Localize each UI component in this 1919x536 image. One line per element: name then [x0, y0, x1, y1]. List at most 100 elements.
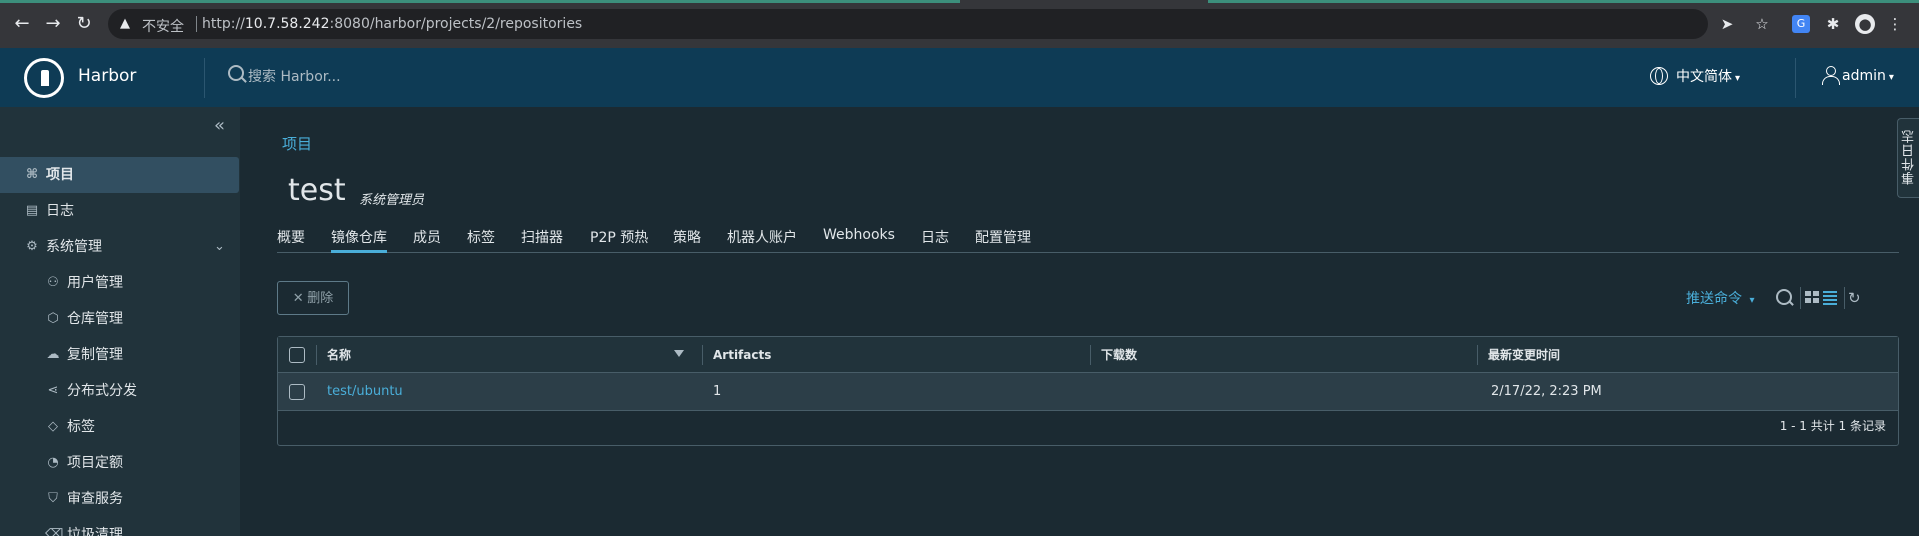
list-view-icon[interactable] — [1823, 289, 1837, 307]
project-tabs: 概要 镜像仓库 成员 标签 扫描器 P2P 预热 策略 机器人账户 Webhoo… — [277, 219, 1899, 253]
sidebar-item-quotas[interactable]: ◔ 项目定额 — [0, 445, 240, 481]
global-search-input[interactable] — [248, 66, 548, 88]
sidebar-item-label: 用户管理 — [67, 275, 123, 291]
breadcrumb[interactable]: 项目 — [282, 133, 312, 154]
users-icon: ⚇ — [47, 275, 59, 290]
sidebar-item-logs[interactable]: ▤ 日志 — [0, 193, 240, 229]
insecure-label: 不安全 — [142, 19, 184, 35]
sidebar-item-label: 垃圾清理 — [67, 527, 123, 536]
tab-summary[interactable]: 概要 — [277, 227, 305, 253]
bookmark-star-icon[interactable]: ☆ — [1752, 14, 1772, 34]
search-icon — [228, 65, 244, 81]
forward-icon[interactable]: → — [43, 14, 63, 34]
column-header-last-modified[interactable]: 最新变更时间 — [1488, 337, 1560, 373]
refresh-icon[interactable]: ↻ — [1848, 289, 1861, 307]
tab-strip-accent — [0, 0, 960, 3]
registries-icon: ⬡ — [47, 311, 59, 326]
artifacts-count: 1 — [713, 384, 722, 399]
column-divider — [702, 345, 703, 365]
event-log-label: 事件日志 — [1902, 129, 1917, 185]
column-header-artifacts[interactable]: Artifacts — [713, 337, 771, 373]
collapse-sidebar-icon[interactable]: « — [214, 115, 225, 136]
sidebar-item-administration[interactable]: ⚙ 系统管理 ⌄ — [0, 229, 240, 265]
url-text[interactable]: http://10.7.58.242:8080/harbor/projects/… — [202, 16, 582, 32]
sidebar-item-distributions[interactable]: ⋖ 分布式分发 — [0, 373, 240, 409]
tab-robot-accounts[interactable]: 机器人账户 — [727, 227, 797, 253]
distribution-icon: ⋖ — [47, 383, 59, 398]
sidebar-item-label: 项目 — [46, 167, 74, 183]
language-selector[interactable]: 中文简体 ▾ — [1650, 66, 1740, 86]
profile-icon[interactable]: ● — [1855, 14, 1875, 34]
push-command-dropdown[interactable]: 推送命令 ▾ — [1686, 288, 1754, 308]
language-label: 中文简体 — [1676, 69, 1732, 85]
sidebar-item-garbage-collection[interactable]: ⌫ 垃圾清理 — [0, 517, 240, 536]
event-log-tab[interactable]: 事件日志 — [1897, 118, 1919, 198]
repositories-table: 名称 Artifacts 下载数 最新变更时间 test/ubuntu 1 2/… — [277, 336, 1899, 446]
sidebar-item-users[interactable]: ⚇ 用户管理 — [0, 265, 240, 301]
app-header: Harbor 中文简体▾ admin▾ — [0, 48, 1919, 107]
projects-icon: ⌘ — [25, 167, 39, 182]
tab-configuration[interactable]: 配置管理 — [975, 227, 1031, 253]
tab-labels[interactable]: 标签 — [467, 227, 495, 253]
sidebar: « ⌘ 项目 ▤ 日志 ⚙ 系统管理 ⌄ ⚇ 用户管理 ⬡ 仓库管理 ☁ 复制管… — [0, 107, 240, 536]
tab-scanner[interactable]: 扫描器 — [521, 227, 563, 253]
sidebar-item-interrogation-services[interactable]: ⛉ 审查服务 — [0, 481, 240, 517]
menu-icon[interactable]: ⋮ — [1885, 14, 1905, 34]
tab-policy[interactable]: 策略 — [673, 227, 701, 253]
filter-icon[interactable] — [674, 350, 684, 357]
tab-logs[interactable]: 日志 — [921, 227, 949, 253]
last-modified-time: 2/17/22, 2:23 PM — [1491, 384, 1602, 399]
push-command-label: 推送命令 — [1686, 291, 1742, 307]
delete-button[interactable]: ✕ 删除 — [277, 281, 349, 315]
user-menu[interactable]: admin ▾ — [1822, 66, 1894, 85]
page-title: test — [288, 173, 346, 208]
browser-toolbar: ← → ↻ ▲ 不安全 http://10.7.58.242:8080/harb… — [0, 0, 1919, 48]
tag-icon: ◇ — [48, 419, 58, 434]
back-icon[interactable]: ← — [12, 14, 32, 34]
sidebar-item-labels[interactable]: ◇ 标签 — [0, 409, 240, 445]
chevron-down-icon: ⌄ — [214, 239, 225, 254]
brand-name[interactable]: Harbor — [78, 66, 136, 86]
username: admin — [1842, 68, 1886, 84]
quota-icon: ◔ — [47, 455, 59, 470]
sidebar-item-label: 系统管理 — [46, 239, 102, 255]
tab-members[interactable]: 成员 — [413, 227, 441, 253]
divider — [204, 58, 205, 98]
table-header: 名称 Artifacts 下载数 最新变更时间 — [278, 337, 1898, 373]
search-icon[interactable] — [1776, 289, 1794, 307]
translate-icon[interactable]: G — [1792, 15, 1810, 33]
send-icon[interactable]: ➤ — [1717, 14, 1737, 34]
table-row[interactable]: test/ubuntu 1 2/17/22, 2:23 PM — [278, 373, 1898, 411]
user-icon — [1822, 66, 1840, 85]
role-label: 系统管理员 — [359, 193, 425, 208]
admin-icon: ⚙ — [26, 239, 38, 254]
chevron-down-icon: ▾ — [1888, 72, 1894, 83]
column-header-name[interactable]: 名称 — [327, 337, 351, 373]
sidebar-item-label: 审查服务 — [67, 491, 123, 507]
sidebar-item-label: 项目定额 — [67, 455, 123, 471]
tab-repositories[interactable]: 镜像仓库 — [331, 227, 387, 253]
repository-name-link[interactable]: test/ubuntu — [327, 373, 403, 411]
sidebar-item-registries[interactable]: ⬡ 仓库管理 — [0, 301, 240, 337]
sidebar-item-label: 日志 — [46, 203, 74, 219]
divider — [196, 16, 197, 32]
select-all-checkbox[interactable] — [289, 347, 305, 363]
sidebar-item-label: 标签 — [67, 419, 95, 435]
tab-strip-accent — [1208, 0, 1919, 3]
replication-icon: ☁ — [46, 347, 60, 362]
card-view-icon[interactable] — [1805, 289, 1819, 307]
tab-p2p-preheat[interactable]: P2P 预热 — [590, 227, 648, 253]
tab-webhooks[interactable]: Webhooks — [823, 227, 895, 253]
sidebar-item-label: 分布式分发 — [67, 383, 137, 399]
extensions-icon[interactable]: ✱ — [1823, 14, 1843, 34]
sidebar-item-projects[interactable]: ⌘ 项目 — [0, 157, 239, 193]
warning-icon: ▲ — [120, 16, 130, 31]
address-bar[interactable]: ▲ 不安全 http://10.7.58.242:8080/harbor/pro… — [108, 9, 1708, 39]
column-header-pulls[interactable]: 下载数 — [1101, 337, 1137, 373]
sidebar-item-replications[interactable]: ☁ 复制管理 — [0, 337, 240, 373]
row-checkbox[interactable] — [289, 384, 305, 400]
reload-icon[interactable]: ↻ — [74, 14, 94, 34]
column-divider — [316, 345, 317, 365]
divider — [1844, 287, 1845, 309]
harbor-logo-icon[interactable] — [24, 58, 64, 98]
